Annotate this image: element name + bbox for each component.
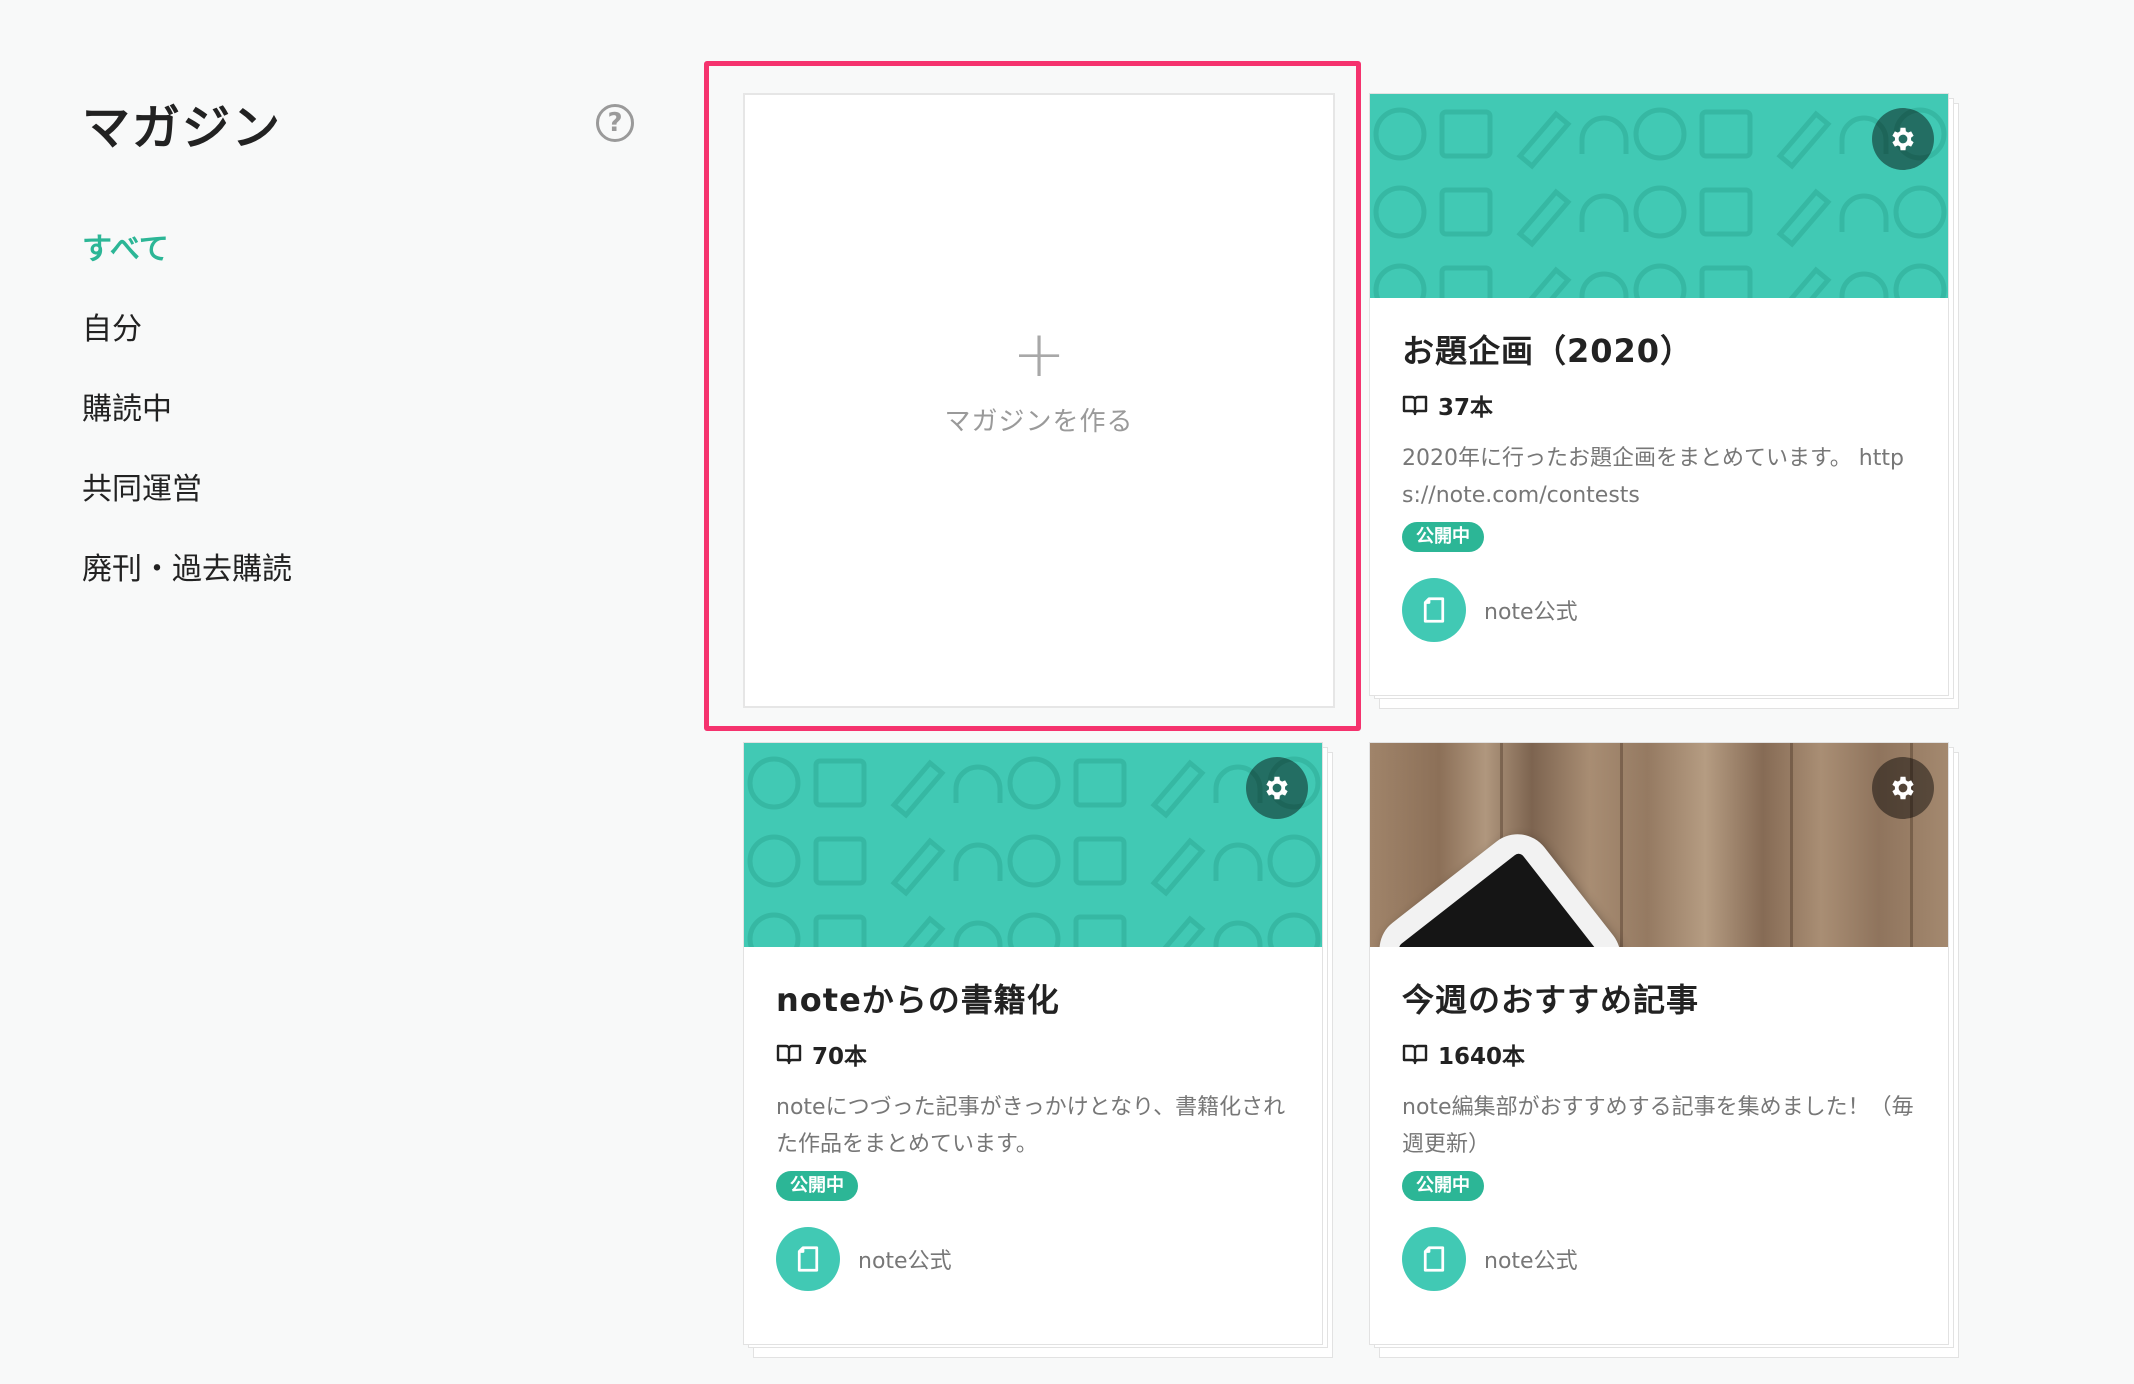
sidebar-item-discontinued[interactable]: 廃刊・過去購読 [82,550,642,590]
article-count-value: 1640本 [1438,1044,1526,1070]
sidebar-item-mine[interactable]: 自分 [82,310,642,350]
gear-icon[interactable] [1872,108,1934,170]
gear-icon[interactable] [1246,757,1308,819]
status-badge: 公開中 [1402,1171,1484,1201]
sidebar-item-all[interactable]: すべて [82,230,642,270]
phone-image [1370,820,1635,947]
magazine-title[interactable]: お題企画（2020） [1402,328,1916,374]
sidebar-item-shared[interactable]: 共同運営 [82,470,642,510]
article-count-value: 70本 [812,1044,868,1070]
author-name: note公式 [858,1249,952,1274]
article-count-value: 37本 [1438,395,1494,421]
create-magazine-label: マガジンを作る [944,407,1134,437]
magazine-card[interactable]: 今週のおすすめ記事 1640本 note編集部がおすすめする記事を集めました！（… [1369,742,1949,1345]
cover-pattern [1370,94,1948,298]
plus-icon: + [1012,318,1066,392]
magazine-cover [1370,94,1948,298]
status-badge: 公開中 [776,1171,858,1201]
magazine-description: 2020年に行ったお題企画をまとめています。 https://note.com/… [1402,446,1904,508]
sidebar-item-subscribed[interactable]: 購読中 [82,390,642,430]
status-badge: 公開中 [1402,522,1484,552]
magazine-description: noteにつづった記事がきっかけとなり、書籍化された作品をまとめています。 [776,1095,1286,1157]
article-count: 37本 [1402,388,1916,422]
magazine-title[interactable]: 今週のおすすめ記事 [1402,977,1916,1023]
magazine-description: note編集部がおすすめする記事を集めました！（毎週更新） [1402,1095,1914,1157]
avatar [1402,1227,1466,1291]
author[interactable]: note公式 [776,1227,1290,1291]
book-icon [776,1044,802,1065]
author-name: note公式 [1484,1249,1578,1274]
book-icon [1402,1044,1428,1065]
sidebar: マガジン ? すべて 自分 購読中 共同運営 廃刊・過去購読 [82,96,642,630]
cover-pattern [744,743,1322,947]
note-logo-icon [797,1246,819,1272]
magazine-card[interactable]: お題企画（2020） 37本 2020年に行ったお題企画をまとめています。 ht… [1369,93,1949,696]
question-circle-icon[interactable]: ? [596,104,634,142]
article-count: 1640本 [1402,1037,1916,1071]
note-logo-icon [1423,1246,1445,1272]
magazine-cover-photo [1370,743,1948,947]
book-icon [1402,395,1428,416]
magazine-title[interactable]: noteからの書籍化 [776,977,1290,1023]
article-count: 70本 [776,1037,1290,1071]
page-title: マガジン [82,100,283,156]
create-magazine-button[interactable]: + マガジンを作る [743,93,1335,708]
sidebar-nav: すべて 自分 購読中 共同運営 廃刊・過去購読 [82,230,642,590]
note-logo-icon [1423,597,1445,623]
magazine-card[interactable]: noteからの書籍化 70本 noteにつづった記事がきっかけとなり、書籍化され… [743,742,1323,1345]
avatar [776,1227,840,1291]
gear-icon[interactable] [1872,757,1934,819]
author[interactable]: note公式 [1402,1227,1916,1291]
magazine-cover [744,743,1322,947]
avatar [1402,578,1466,642]
author-name: note公式 [1484,600,1578,625]
author[interactable]: note公式 [1402,578,1916,642]
